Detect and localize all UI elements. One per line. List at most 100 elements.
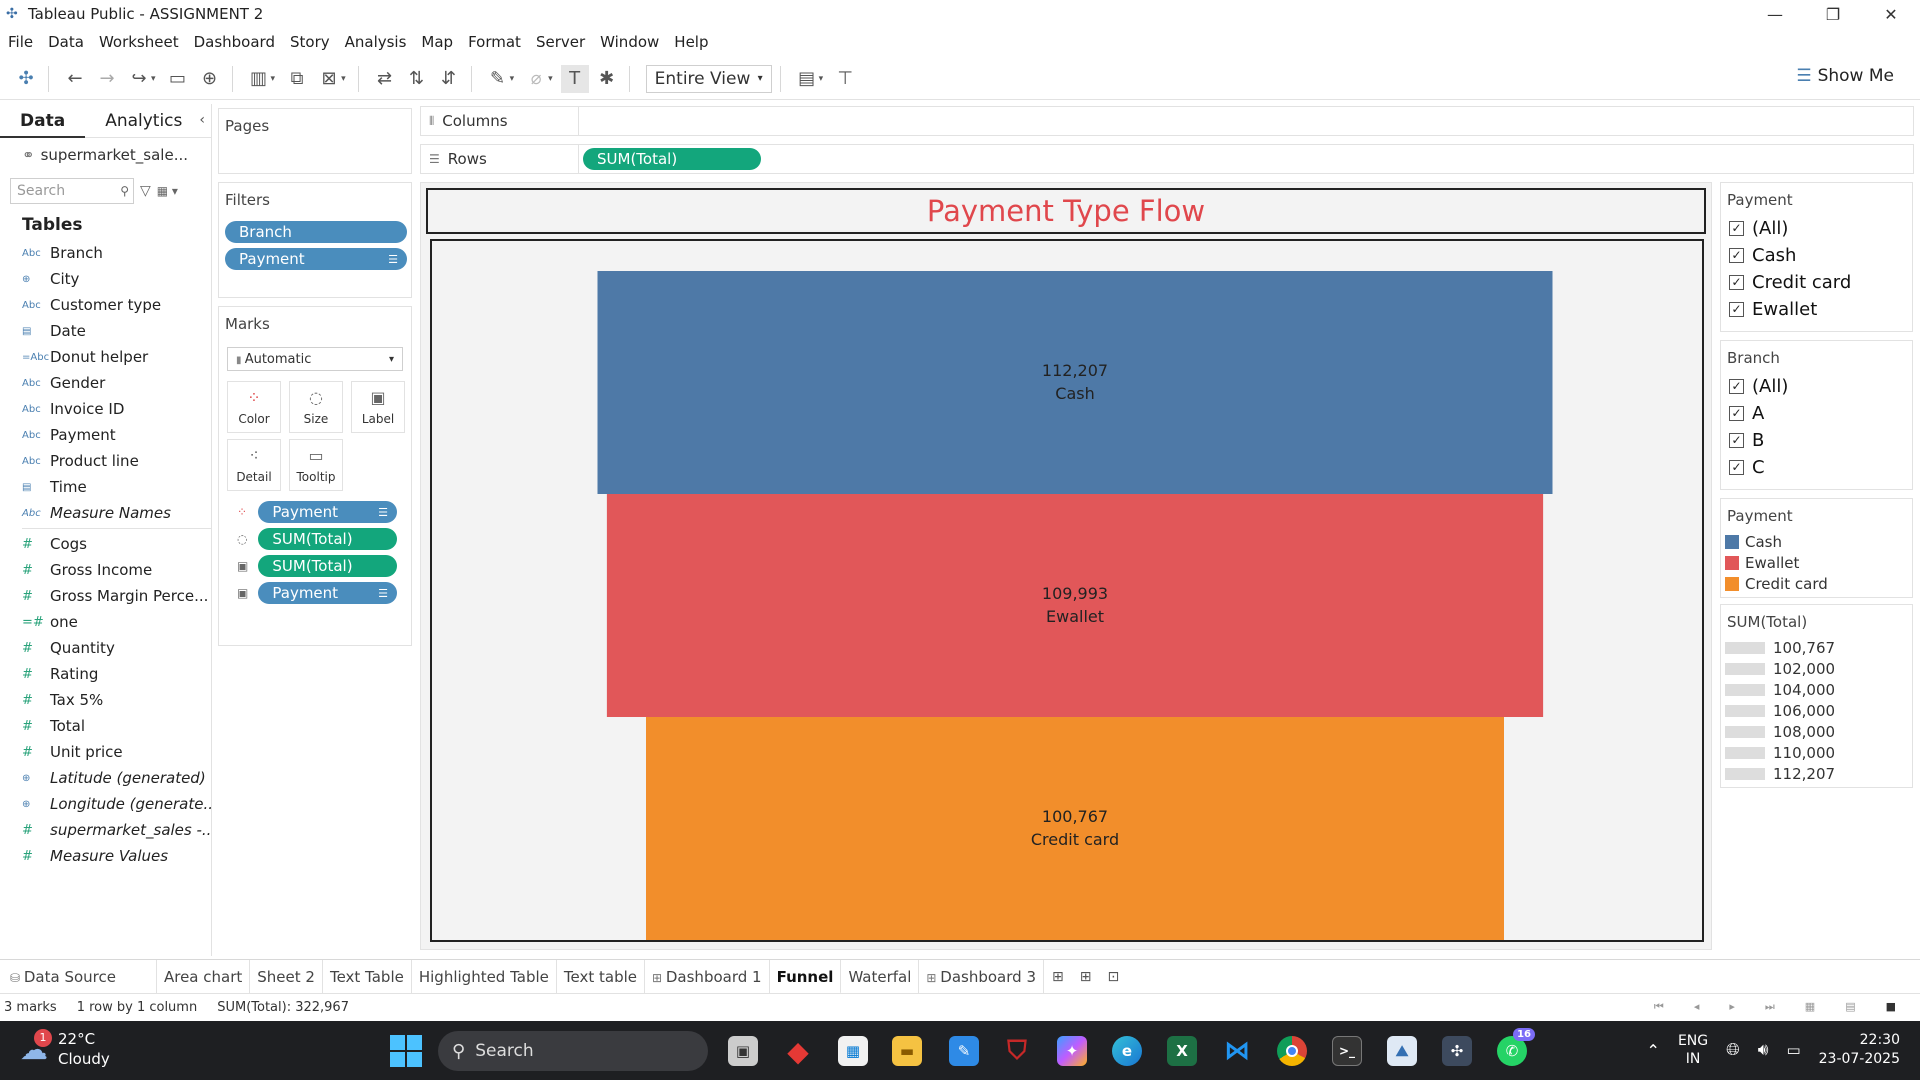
sheet-tab[interactable]: Text Table xyxy=(323,959,412,994)
checkbox-checked-icon[interactable]: ✓ xyxy=(1729,302,1744,317)
field-item[interactable]: # Cogs xyxy=(0,531,211,557)
filter-checkbox-item[interactable]: ✓ A xyxy=(1721,400,1912,427)
size-button[interactable]: ◌ Size xyxy=(289,381,343,433)
marks-pill-payment-label[interactable]: Payment ☰ xyxy=(258,582,397,604)
color-legend-item[interactable]: Ewallet xyxy=(1721,552,1912,573)
swap-rows-columns-icon[interactable]: ⇄ xyxy=(371,65,399,93)
filter-checkbox-item[interactable]: ✓ Ewallet xyxy=(1721,296,1912,323)
tabs-view-icon[interactable]: ■ xyxy=(1886,1000,1896,1014)
menu-data[interactable]: Data xyxy=(48,33,84,51)
menu-format[interactable]: Format xyxy=(468,33,521,51)
minimize-button[interactable]: — xyxy=(1746,0,1804,28)
taskbar-search[interactable]: ⚲ Search xyxy=(438,1031,708,1071)
show-mark-labels-icon[interactable]: T xyxy=(560,64,589,93)
field-item[interactable]: # Gross Margin Perce... xyxy=(0,583,211,609)
chrome-icon[interactable] xyxy=(1277,1036,1307,1066)
collapse-pane-icon[interactable]: ‹ xyxy=(199,112,205,128)
photos-icon[interactable]: ⛰ xyxy=(1387,1036,1417,1066)
view-fit-select[interactable]: Entire View ▾ xyxy=(645,64,772,93)
field-item[interactable]: # supermarket_sales -... xyxy=(0,817,211,843)
field-item[interactable]: =# one xyxy=(0,609,211,635)
terminal-icon[interactable]: >_ xyxy=(1332,1036,1362,1066)
microsoft-store-icon[interactable]: ▦ xyxy=(838,1036,868,1066)
filter-checkbox-item[interactable]: ✓ Cash xyxy=(1721,242,1912,269)
show-cards-icon[interactable]: ▤ xyxy=(793,65,821,93)
menu-window[interactable]: Window xyxy=(600,33,659,51)
field-item[interactable]: ⊕ City xyxy=(0,266,211,292)
color-legend-item[interactable]: Credit card xyxy=(1721,573,1912,594)
snipping-tool-icon[interactable]: ✎ xyxy=(949,1036,979,1066)
sheet-tab[interactable]: Sheet 2 xyxy=(250,959,323,994)
filter-checkbox-item[interactable]: ✓ B xyxy=(1721,427,1912,454)
field-item[interactable]: Abc Invoice ID xyxy=(0,396,211,422)
filter-checkbox-item[interactable]: ✓ C xyxy=(1721,454,1912,481)
field-item[interactable]: # Total xyxy=(0,713,211,739)
weather-widget[interactable]: ☁ 1 22°C Cloudy xyxy=(20,1028,110,1069)
battery-icon[interactable]: ▭ xyxy=(1786,1041,1800,1059)
field-item[interactable]: # Tax 5% xyxy=(0,687,211,713)
file-explorer-icon[interactable]: ▬ xyxy=(892,1036,922,1066)
menu-map[interactable]: Map xyxy=(421,33,453,51)
copilot-icon[interactable]: ✦ xyxy=(1057,1036,1087,1066)
checkbox-checked-icon[interactable]: ✓ xyxy=(1729,379,1744,394)
clear-sheet-icon[interactable]: ⊠ xyxy=(315,65,343,93)
mcafee-icon[interactable]: ⛉ xyxy=(1002,1036,1032,1066)
new-dashboard-icon[interactable]: ⊞ xyxy=(1072,969,1100,985)
sheet-tab[interactable]: Waterfal xyxy=(841,959,920,994)
menu-story[interactable]: Story xyxy=(290,33,330,51)
chevron-down-icon[interactable]: ▾ xyxy=(151,74,156,84)
marks-pill-sum-total-size[interactable]: SUM(Total) xyxy=(258,528,397,550)
tableau-home-icon[interactable]: ✣ xyxy=(12,65,40,93)
language-indicator[interactable]: ENG IN xyxy=(1678,1032,1708,1068)
duplicate-sheet-icon[interactable]: ⧉ xyxy=(283,65,311,93)
viz-title-box[interactable]: Payment Type Flow xyxy=(426,188,1706,234)
sheet-tab[interactable]: Text table xyxy=(557,959,645,994)
chevron-down-icon[interactable]: ▾ xyxy=(510,74,515,84)
presentation-mode-icon[interactable]: ⊤ xyxy=(831,65,859,93)
last-sheet-icon[interactable]: ⏭ xyxy=(1765,1000,1775,1014)
field-item[interactable]: # Gross Income xyxy=(0,557,211,583)
field-item[interactable]: Abc Payment xyxy=(0,422,211,448)
field-item[interactable]: Abc Product line xyxy=(0,448,211,474)
task-view-icon[interactable]: ▣ xyxy=(728,1036,758,1066)
field-item[interactable]: # Rating xyxy=(0,661,211,687)
color-legend-item[interactable]: Cash xyxy=(1721,531,1912,552)
chevron-down-icon[interactable]: ▾ xyxy=(819,74,824,84)
field-item[interactable]: # Unit price xyxy=(0,739,211,765)
checkbox-checked-icon[interactable]: ✓ xyxy=(1729,248,1744,263)
sheet-tab[interactable]: Area chart xyxy=(157,959,251,994)
excel-icon[interactable]: X xyxy=(1167,1036,1197,1066)
chevron-down-icon[interactable]: ▾ xyxy=(548,74,553,84)
whatsapp-icon[interactable]: ✆ 16 xyxy=(1497,1028,1535,1066)
label-button[interactable]: ▣ Label xyxy=(351,381,405,433)
undo-icon[interactable]: ← xyxy=(61,65,89,93)
sheet-tab[interactable]: Funnel xyxy=(769,959,842,994)
group-members-icon[interactable]: ⌀ xyxy=(522,65,550,93)
close-button[interactable]: ✕ xyxy=(1862,0,1920,28)
next-sheet-icon[interactable]: ▸ xyxy=(1729,1000,1735,1014)
show-hidden-icons-icon[interactable]: ⌃ xyxy=(1647,1041,1660,1060)
filter-checkbox-item[interactable]: ✓ (All) xyxy=(1721,373,1912,400)
network-icon[interactable]: 🌐︎ xyxy=(1726,1040,1740,1060)
fix-axes-icon[interactable]: ✱ xyxy=(593,65,621,93)
checkbox-checked-icon[interactable]: ✓ xyxy=(1729,275,1744,290)
tab-data[interactable]: Data xyxy=(0,104,86,138)
checkbox-checked-icon[interactable]: ✓ xyxy=(1729,433,1744,448)
checkbox-checked-icon[interactable]: ✓ xyxy=(1729,460,1744,475)
redo-icon[interactable]: → xyxy=(93,65,121,93)
highlight-icon[interactable]: ✎ xyxy=(484,65,512,93)
field-item[interactable]: # Quantity xyxy=(0,635,211,661)
vscode-icon[interactable]: ⋈ xyxy=(1222,1036,1252,1066)
save-icon[interactable]: ▭ xyxy=(164,65,192,93)
start-button[interactable] xyxy=(390,1035,422,1067)
field-item[interactable]: ▤ Time xyxy=(0,474,211,500)
sort-ascending-icon[interactable]: ⇅ xyxy=(403,65,431,93)
first-sheet-icon[interactable]: ⏮ xyxy=(1654,1000,1664,1014)
field-item[interactable]: Abc Branch xyxy=(0,240,211,266)
sort-descending-icon[interactable]: ⇵ xyxy=(435,65,463,93)
new-datasource-icon[interactable]: ⊕ xyxy=(196,65,224,93)
filter-checkbox-item[interactable]: ✓ Credit card xyxy=(1721,269,1912,296)
marks-pill-sum-total-label[interactable]: SUM(Total) xyxy=(258,555,397,577)
mark-type-select[interactable]: ▮ Automatic ▾ xyxy=(227,347,403,371)
field-item[interactable]: ⊕ Latitude (generated) xyxy=(0,765,211,791)
